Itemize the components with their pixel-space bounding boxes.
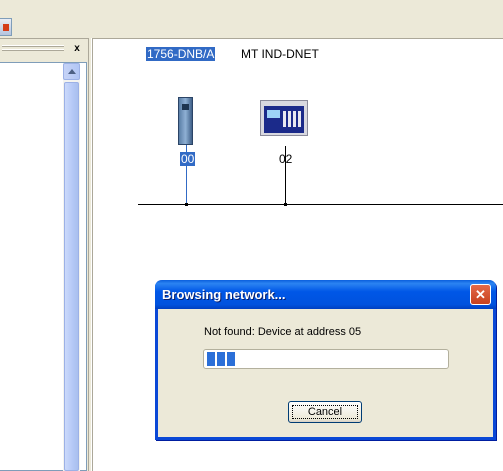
scrollbar-thumb[interactable] [64, 82, 79, 471]
status-message: Not found: Device at address 05 [204, 326, 362, 338]
trunk-node [185, 203, 188, 206]
dialog-title: Browsing network... [162, 287, 286, 302]
network-trunk-line [138, 204, 503, 205]
progress-bar [203, 349, 449, 369]
progress-fill [207, 352, 236, 366]
cancel-button[interactable]: Cancel [288, 401, 362, 423]
close-icon[interactable]: ✕ [470, 284, 491, 305]
device-label[interactable]: MT IND-DNET [241, 47, 319, 61]
toolbar-icon[interactable] [0, 18, 12, 36]
scanner-label[interactable]: 1756-DNB/A [146, 47, 216, 61]
terminal-device-icon[interactable] [260, 100, 308, 136]
trunk-node [284, 203, 287, 206]
device-address[interactable]: 02 [279, 152, 292, 166]
toolbar [0, 0, 503, 39]
close-icon[interactable]: x [70, 42, 84, 55]
controllogix-module-icon[interactable] [178, 97, 193, 145]
scanner-address[interactable]: 00 [180, 152, 196, 166]
focus-rect [292, 405, 358, 419]
scroll-up-arrow-icon[interactable] [63, 63, 80, 80]
